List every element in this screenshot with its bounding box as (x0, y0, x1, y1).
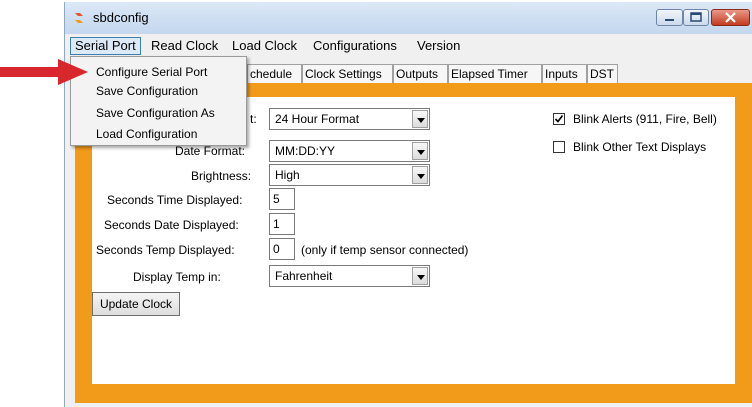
tab-schedule[interactable]: chedule (247, 64, 302, 83)
menu-read-clock[interactable]: Read Clock (147, 38, 222, 54)
maximize-icon (690, 12, 702, 22)
display-temp-label: Display Temp in: (133, 270, 221, 284)
seconds-time-input[interactable]: 5 (269, 188, 295, 210)
seconds-temp-input[interactable]: 0 (269, 238, 295, 260)
close-icon (725, 12, 736, 23)
blink-other-label: Blink Other Text Displays (573, 140, 707, 154)
time-format-select[interactable]: 24 Hour Format (269, 108, 430, 130)
brightness-label: Brightness: (191, 169, 252, 183)
time-format-value: 24 Hour Format (275, 112, 360, 126)
maximize-button[interactable] (683, 9, 709, 26)
chevron-down-icon[interactable] (412, 110, 428, 128)
tab-elapsed-timer[interactable]: Elapsed Timer (448, 64, 542, 83)
blink-alerts-label: Blink Alerts (911, Fire, Bell) (573, 112, 717, 126)
title-bar[interactable] (64, 2, 752, 34)
menu-load-clock[interactable]: Load Clock (228, 38, 301, 54)
chevron-down-icon[interactable] (412, 267, 428, 285)
pointer-arrow-icon (0, 59, 88, 85)
display-temp-select[interactable]: Fahrenheit (269, 265, 430, 287)
menu-item-configure-serial-port[interactable]: Configure Serial Port (96, 65, 207, 79)
date-format-select[interactable]: MM:DD:YY (269, 140, 430, 162)
brightness-value: High (275, 168, 300, 182)
menu-item-save-configuration[interactable]: Save Configuration (96, 84, 198, 98)
menu-version[interactable]: Version (413, 38, 464, 54)
minimize-button[interactable] (656, 9, 683, 26)
close-button[interactable] (711, 9, 750, 26)
checkmark-icon (554, 115, 564, 123)
update-clock-button[interactable]: Update Clock (92, 292, 180, 316)
window-title: sbdconfig (93, 10, 149, 25)
minimize-icon (665, 19, 674, 21)
date-format-label: Date Format: (175, 144, 246, 158)
tab-inputs[interactable]: Inputs (542, 64, 587, 83)
tab-clock-settings[interactable]: Clock Settings (302, 64, 393, 83)
seconds-time-label: Seconds Time Displayed: (107, 193, 243, 207)
chevron-down-icon[interactable] (412, 166, 428, 184)
blink-alerts-checkbox[interactable] (553, 113, 565, 125)
app-logo-icon (75, 13, 83, 23)
menu-item-load-configuration[interactable]: Load Configuration (96, 127, 197, 141)
seconds-temp-label: Seconds Temp Displayed: (96, 243, 235, 257)
date-format-value: MM:DD:YY (275, 144, 335, 158)
tab-outputs[interactable]: Outputs (393, 64, 448, 83)
display-temp-value: Fahrenheit (275, 269, 333, 283)
chevron-down-icon[interactable] (412, 142, 428, 160)
brightness-select[interactable]: High (269, 164, 430, 186)
menu-item-save-configuration-as[interactable]: Save Configuration As (96, 106, 215, 120)
menu-configurations[interactable]: Configurations (309, 38, 401, 54)
seconds-date-label: Seconds Date Displayed: (104, 218, 239, 232)
time-format-label: t: (250, 112, 257, 126)
seconds-temp-note: (only if temp sensor connected) (301, 243, 469, 257)
seconds-date-input[interactable]: 1 (269, 213, 295, 235)
tab-dst[interactable]: DST (587, 64, 618, 83)
blink-other-checkbox[interactable] (553, 141, 565, 153)
menu-serial-port[interactable]: Serial Port (70, 37, 141, 55)
